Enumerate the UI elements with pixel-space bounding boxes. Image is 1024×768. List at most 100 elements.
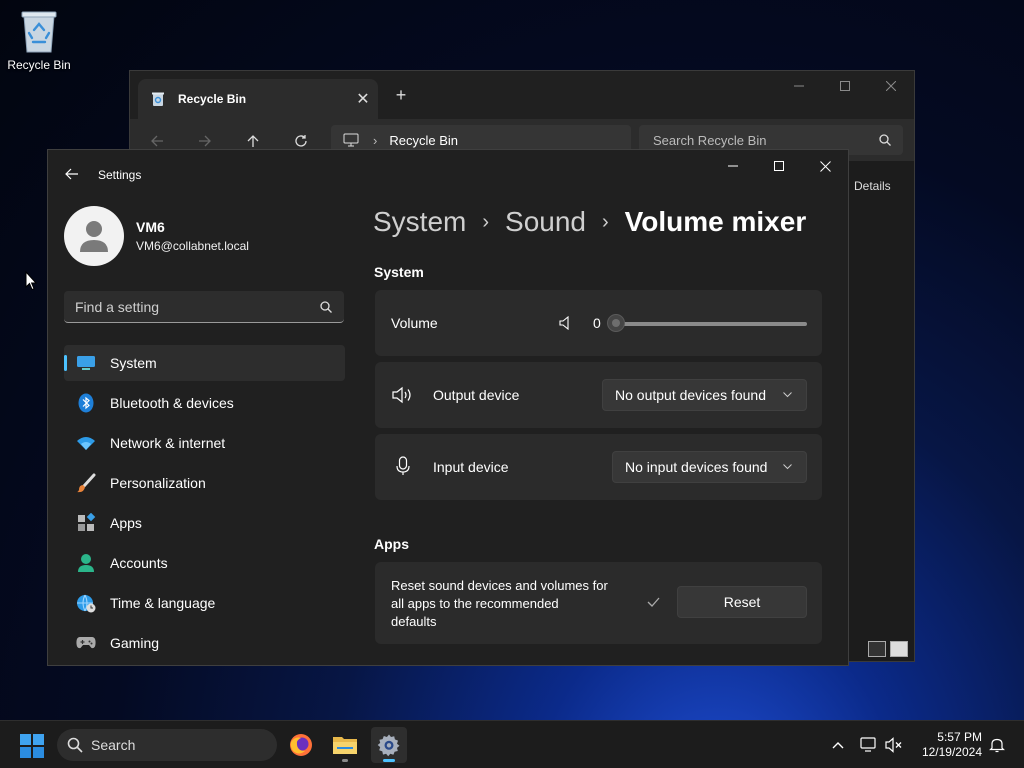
volume-slider-thumb[interactable] [607, 314, 625, 332]
person-icon [76, 553, 96, 573]
system-section-heading: System [374, 264, 424, 280]
volume-value: 0 [593, 315, 601, 331]
output-device-label: Output device [433, 387, 520, 403]
settings-window: Settings VM6 VM6@collabnet.local Find a … [47, 149, 849, 666]
apps-section-heading: Apps [374, 536, 409, 552]
bluetooth-icon [76, 393, 96, 413]
recycle-bin-icon [19, 8, 59, 54]
nav-label: Time & language [110, 595, 216, 611]
apps-icon [76, 513, 96, 533]
avatar [64, 206, 124, 266]
nav-item-system[interactable]: System [64, 345, 345, 381]
output-device-dropdown[interactable]: No output devices found [602, 379, 807, 411]
network-icon[interactable] [858, 735, 880, 755]
chevron-right-icon: › [602, 210, 609, 233]
explorer-titlebar: Recycle Bin ✕ + [130, 71, 914, 119]
brush-icon [76, 473, 96, 493]
back-arrow-icon[interactable] [62, 164, 82, 184]
maximize-icon[interactable] [822, 71, 868, 101]
clock-date: 12/19/2024 [921, 745, 982, 759]
volume-label: Volume [391, 315, 438, 331]
input-device-card: Input device No input devices found [375, 434, 822, 500]
nav-item-accounts[interactable]: Accounts [64, 545, 345, 581]
breadcrumb-system[interactable]: System [373, 206, 466, 238]
explorer-search-placeholder: Search Recycle Bin [653, 132, 767, 148]
nav-label: Gaming [110, 635, 160, 651]
windows-start-icon[interactable] [20, 734, 44, 758]
user-profile[interactable]: VM6 VM6@collabnet.local [64, 206, 249, 266]
input-device-label: Input device [433, 459, 509, 475]
chevron-up-icon[interactable] [827, 735, 849, 755]
nav-item-apps[interactable]: Apps [64, 505, 345, 541]
nav-label: Network & internet [110, 435, 226, 451]
close-icon[interactable] [802, 150, 848, 182]
details-view-icon[interactable] [868, 641, 886, 657]
recycle-bin-desktop-icon[interactable]: Recycle Bin [4, 6, 74, 72]
notification-bell-icon[interactable] [986, 735, 1008, 755]
explorer-tab-title: Recycle Bin [178, 92, 247, 106]
chevron-right-icon: › [373, 132, 378, 148]
globe-clock-icon [76, 593, 96, 613]
close-tab-icon[interactable]: ✕ [348, 84, 378, 114]
address-text: Recycle Bin [389, 132, 458, 148]
running-indicator [342, 759, 348, 762]
settings-app-title: Settings [98, 168, 142, 182]
details-button[interactable]: Details [854, 179, 891, 193]
mouse-cursor-icon [25, 271, 37, 291]
monitor-icon [76, 353, 96, 373]
input-device-dropdown[interactable]: No input devices found [612, 451, 807, 483]
speaker-muted-icon[interactable] [884, 735, 906, 755]
nav-label: Apps [110, 515, 142, 531]
nav-item-bluetooth[interactable]: Bluetooth & devices [64, 385, 345, 421]
volume-slider-track[interactable] [619, 322, 807, 326]
chevron-down-icon [783, 392, 792, 398]
file-explorer-icon[interactable] [327, 727, 363, 763]
settings-titlebar: Settings [48, 150, 848, 198]
explorer-tab[interactable]: Recycle Bin ✕ [138, 79, 378, 119]
settings-app-icon[interactable] [371, 727, 407, 763]
minimize-icon[interactable] [710, 150, 756, 182]
reset-description-line: defaults [391, 614, 437, 629]
nav-item-personalization[interactable]: Personalization [64, 465, 345, 501]
breadcrumb: System › Sound › Volume mixer [373, 206, 806, 238]
output-device-value: No output devices found [615, 387, 766, 403]
tiles-view-icon[interactable] [890, 641, 908, 657]
minimize-icon[interactable] [776, 71, 822, 101]
clock-time: 5:57 PM [937, 730, 982, 744]
find-setting-input[interactable]: Find a setting [64, 291, 344, 323]
output-device-card: Output device No output devices found [375, 362, 822, 428]
checkmark-icon [647, 597, 660, 607]
input-device-value: No input devices found [625, 459, 768, 475]
maximize-icon[interactable] [756, 150, 802, 182]
reset-description-line: Reset sound devices and volumes for [391, 578, 608, 593]
microphone-icon [396, 456, 410, 476]
new-tab-icon[interactable]: + [390, 85, 412, 106]
chevron-down-icon [783, 464, 792, 470]
settings-nav: System Bluetooth & devices Network & int… [64, 345, 345, 665]
reset-card: Reset sound devices and volumes for all … [375, 562, 822, 644]
nav-label: Accounts [110, 555, 168, 571]
system-clock[interactable]: 5:57 PM 12/19/2024 [916, 730, 982, 760]
taskbar: Search 5:57 PM 12/19/2024 [0, 720, 1024, 768]
chevron-right-icon: › [482, 210, 490, 233]
nav-item-time-language[interactable]: Time & language [64, 585, 345, 621]
nav-item-network[interactable]: Network & internet [64, 425, 345, 461]
reset-button[interactable]: Reset [677, 586, 807, 618]
page-title: Volume mixer [624, 206, 807, 237]
breadcrumb-sound[interactable]: Sound [505, 206, 586, 238]
speaker-mute-icon[interactable] [559, 316, 573, 330]
user-name: VM6 [136, 219, 165, 235]
nav-label: System [110, 355, 157, 371]
speaker-icon [392, 386, 414, 404]
search-icon [67, 737, 83, 753]
reset-description: Reset sound devices and volumes for all … [391, 577, 608, 631]
active-indicator [383, 759, 395, 762]
search-icon [879, 134, 891, 146]
gamepad-icon [76, 633, 96, 653]
firefox-icon[interactable] [283, 727, 319, 763]
person-icon [80, 221, 108, 252]
taskbar-search[interactable]: Search [57, 729, 277, 761]
close-icon[interactable] [868, 71, 914, 101]
nav-item-gaming[interactable]: Gaming [64, 625, 345, 661]
volume-card: Volume 0 [375, 290, 822, 356]
